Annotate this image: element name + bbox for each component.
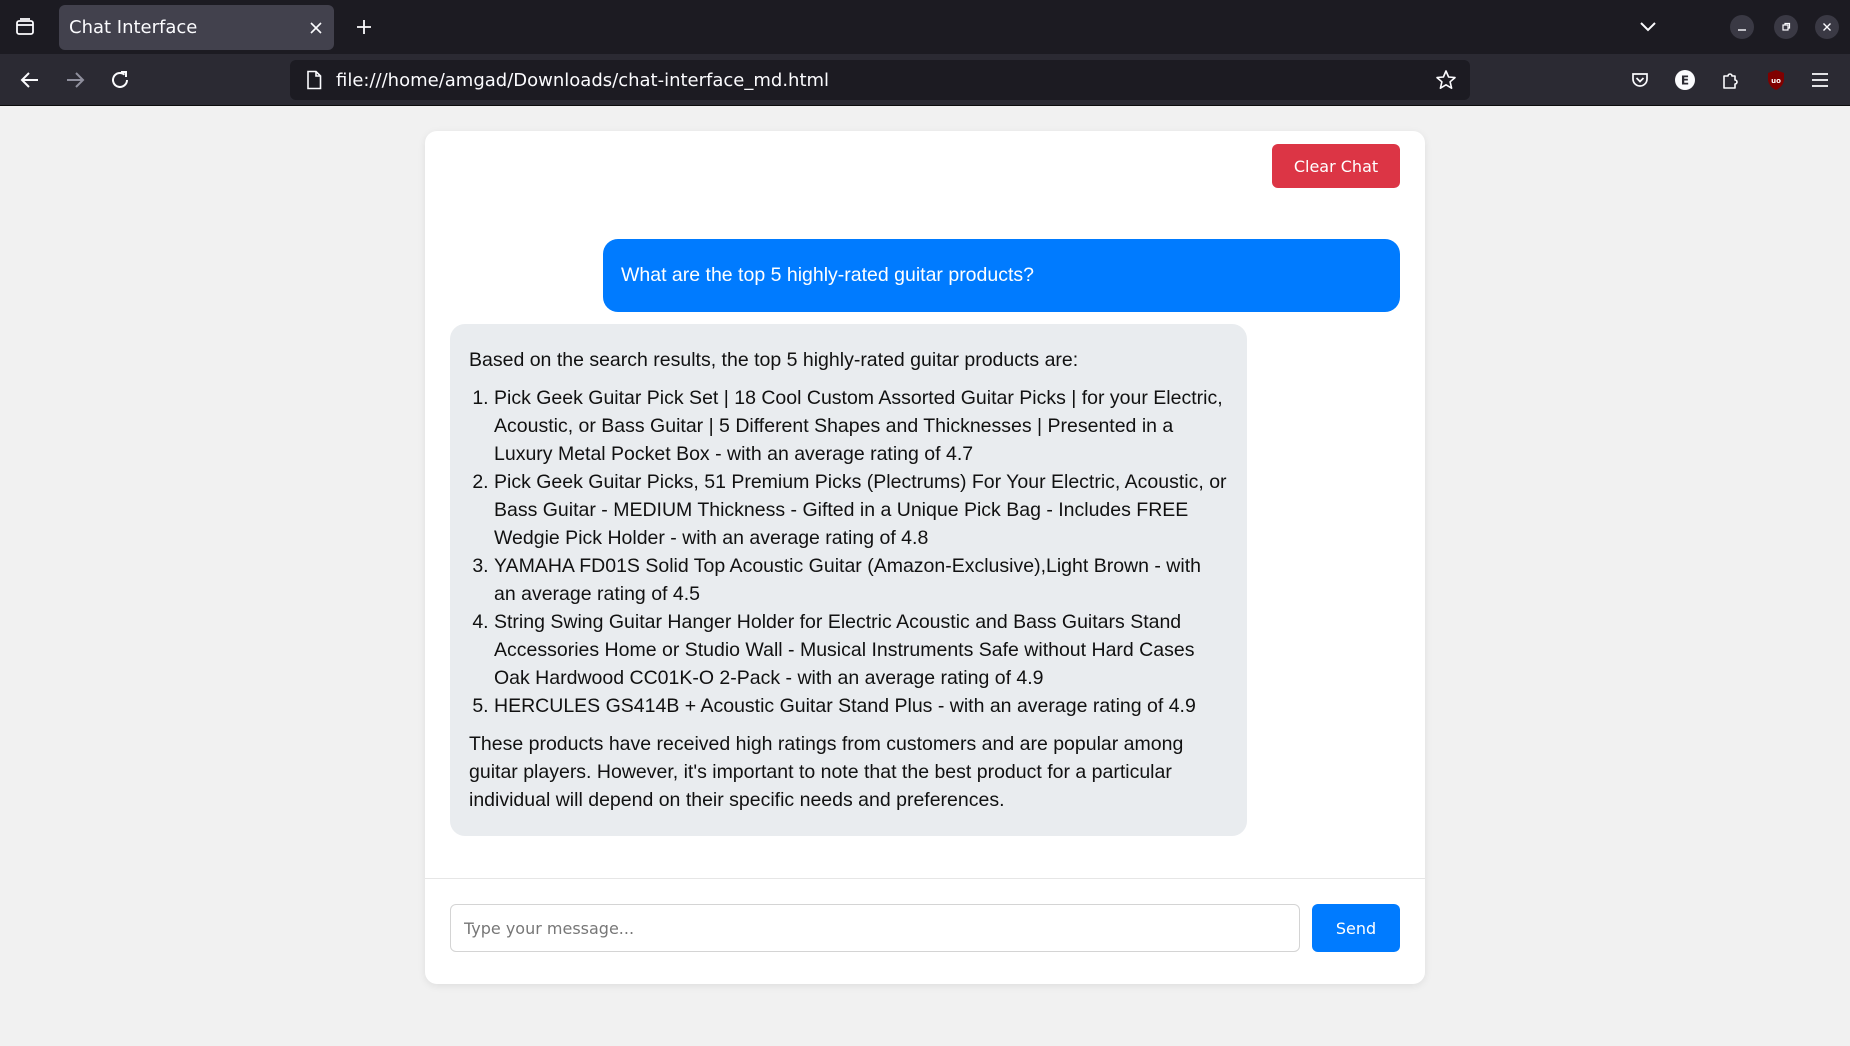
list-item: Pick Geek Guitar Picks, 51 Premium Picks… — [494, 468, 1228, 552]
list-item: String Swing Guitar Hanger Holder for El… — [494, 608, 1228, 692]
navigation-toolbar: file:///home/amgad/Downloads/chat-interf… — [0, 54, 1850, 106]
bot-message-outro: These products have received high rating… — [469, 733, 1184, 811]
forward-arrow-icon[interactable] — [57, 62, 93, 98]
page-icon — [294, 60, 334, 100]
tab-bar: Chat Interface — [0, 0, 1850, 54]
minimize-icon[interactable] — [1730, 15, 1754, 39]
svg-text:uo: uo — [1771, 77, 1781, 85]
page-viewport: Clear Chat What are the top 5 highly-rat… — [0, 106, 1850, 1046]
user-message-text: What are the top 5 highly-rated guitar p… — [621, 264, 1034, 286]
bot-message-intro: Based on the search results, the top 5 h… — [469, 349, 1079, 371]
message-input[interactable] — [450, 904, 1300, 952]
chat-container: Clear Chat What are the top 5 highly-rat… — [425, 131, 1425, 984]
list-item: Pick Geek Guitar Pick Set | 18 Cool Cust… — [494, 384, 1228, 468]
divider — [425, 878, 1425, 879]
url-text[interactable]: file:///home/amgad/Downloads/chat-interf… — [334, 70, 1426, 91]
reload-icon[interactable] — [102, 62, 138, 98]
hamburger-menu-icon[interactable] — [1802, 62, 1838, 98]
extensions-puzzle-icon[interactable] — [1713, 62, 1749, 98]
tab-title: Chat Interface — [69, 17, 198, 38]
send-button[interactable]: Send — [1312, 904, 1400, 952]
bot-message: Based on the search results, the top 5 h… — [450, 324, 1247, 836]
bookmark-star-icon[interactable] — [1426, 60, 1466, 100]
ublock-shield-icon[interactable]: uo — [1758, 62, 1794, 98]
restore-icon[interactable] — [1774, 15, 1798, 39]
tab-overview-icon[interactable] — [0, 0, 50, 54]
pocket-icon[interactable] — [1622, 62, 1658, 98]
address-bar[interactable]: file:///home/amgad/Downloads/chat-interf… — [290, 60, 1470, 100]
message-input-row: Send — [450, 904, 1400, 952]
svg-text:E: E — [1681, 74, 1689, 88]
back-arrow-icon[interactable] — [12, 62, 48, 98]
user-message: What are the top 5 highly-rated guitar p… — [603, 239, 1400, 312]
new-tab-icon[interactable] — [346, 9, 382, 45]
clear-chat-button[interactable]: Clear Chat — [1272, 144, 1400, 188]
list-item: HERCULES GS414B + Acoustic Guitar Stand … — [494, 692, 1228, 720]
tab-chat-interface[interactable]: Chat Interface — [59, 5, 334, 50]
extension-e-icon[interactable]: E — [1667, 62, 1703, 98]
close-window-icon[interactable] — [1815, 15, 1839, 39]
list-item: YAMAHA FD01S Solid Top Acoustic Guitar (… — [494, 552, 1228, 608]
product-list: Pick Geek Guitar Pick Set | 18 Cool Cust… — [469, 384, 1228, 720]
chevron-down-icon[interactable] — [1630, 9, 1666, 45]
close-icon[interactable] — [298, 10, 334, 46]
